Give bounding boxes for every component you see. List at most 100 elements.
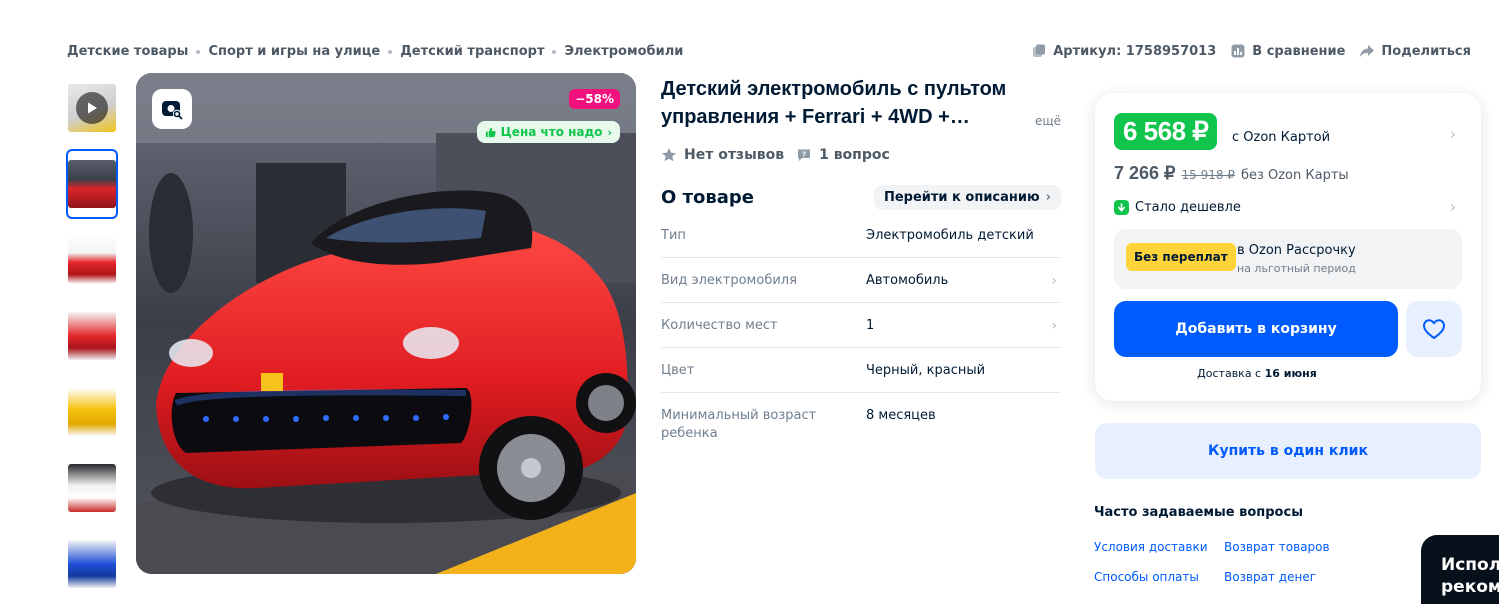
spec-row-seats[interactable]: Количество мест 1 › xyxy=(661,303,1061,348)
spec-value[interactable]: 1 xyxy=(866,317,874,347)
arrow-down-icon xyxy=(1114,200,1129,215)
camera-search-icon xyxy=(162,101,183,120)
price-old: 15 918 ₽ xyxy=(1181,168,1235,182)
spec-key: Тип xyxy=(661,228,686,243)
heart-icon xyxy=(1423,319,1445,339)
copy-icon xyxy=(1033,44,1046,57)
installment-tag: Без переплат xyxy=(1126,243,1236,271)
delivery-date: 16 июня xyxy=(1264,367,1317,380)
gallery-thumbnail[interactable] xyxy=(66,301,118,371)
price-drop-notice[interactable]: Стало дешевле xyxy=(1114,200,1241,215)
spec-value: Электромобиль детский xyxy=(866,228,1034,243)
spec-key: Вид электромобиля xyxy=(661,273,797,288)
product-main-image[interactable]: −58% Цена что надо › xyxy=(136,73,636,574)
goto-description-label: Перейти к описанию xyxy=(883,190,1040,205)
red-electric-car-photo xyxy=(136,73,636,574)
price-without-card: 7 266 ₽ 15 918 ₽ без Ozon Карты xyxy=(1114,163,1349,184)
gallery-thumbnail[interactable] xyxy=(66,453,118,523)
gallery-thumbnail-video[interactable] xyxy=(66,73,118,143)
breadcrumb-item-sport-outdoor[interactable]: Спорт и игры на улице xyxy=(208,44,380,59)
image-search-button[interactable] xyxy=(152,89,192,129)
faq-link-payment-methods[interactable]: Способы оплаты xyxy=(1094,570,1224,584)
questions-link[interactable]: ? 1 вопрос xyxy=(796,147,890,163)
breadcrumb-separator xyxy=(196,49,201,54)
reviews-label: Нет отзывов xyxy=(684,147,785,163)
price-drop-label: Стало дешевле xyxy=(1135,200,1241,215)
play-icon xyxy=(76,92,108,124)
faq-link-refunds[interactable]: Возврат денег xyxy=(1224,570,1354,584)
compare-button[interactable]: В сравнение xyxy=(1230,43,1345,59)
product-meta: Нет отзывов ? 1 вопрос xyxy=(661,147,890,163)
spec-row-color: Цвет Черный, красный xyxy=(661,348,1061,393)
chevron-right-icon: › xyxy=(1051,318,1057,334)
goto-description-button[interactable]: Перейти к описанию › xyxy=(873,185,1061,210)
spec-value: 8 месяцев xyxy=(866,408,936,423)
gallery-thumbnail[interactable] xyxy=(66,225,118,295)
compare-icon xyxy=(1231,44,1245,58)
price-with-card-note: с Ozon Картой xyxy=(1232,130,1331,145)
gallery-thumbnail[interactable] xyxy=(66,377,118,447)
installment-offer[interactable]: Без переплат в Ozon Рассрочку на льготны… xyxy=(1114,229,1462,289)
breadcrumb-item-kids-goods[interactable]: Детские товары xyxy=(67,44,188,59)
faq-link-returns[interactable]: Возврат товаров xyxy=(1224,540,1354,554)
spec-key: Количество мест xyxy=(661,318,778,333)
gallery-thumbnail[interactable] xyxy=(66,149,118,219)
price-with-card[interactable]: 6 568 ₽ xyxy=(1114,113,1218,150)
spec-key: Цвет xyxy=(661,363,695,378)
chevron-right-icon[interactable]: › xyxy=(1450,125,1456,143)
faq-link-delivery-terms[interactable]: Условия доставки xyxy=(1094,540,1224,554)
faq-title: Часто задаваемые вопросы xyxy=(1094,505,1303,520)
installment-subtitle: на льготный период xyxy=(1237,262,1356,275)
spec-key: Минимальный возраст ребенка xyxy=(661,408,817,441)
spec-value: Черный, красный xyxy=(866,363,986,378)
spec-value[interactable]: Автомобиль xyxy=(866,272,948,302)
svg-text:?: ? xyxy=(802,151,806,159)
buy-one-click-button[interactable]: Купить в один клик xyxy=(1095,423,1481,479)
product-title: Детский электромобиль с пультом управлен… xyxy=(661,78,1007,128)
breadcrumb-item-electric-cars[interactable]: Электромобили xyxy=(564,44,683,59)
price-regular-note: без Ozon Карты xyxy=(1240,168,1349,183)
delivery-info: Доставка с 16 июня xyxy=(1095,367,1419,380)
installment-title: в Ozon Рассрочку xyxy=(1237,243,1356,258)
promo-line-1: Испол xyxy=(1441,555,1499,575)
reviews-link[interactable]: Нет отзывов xyxy=(661,147,784,163)
star-icon xyxy=(662,148,676,162)
add-to-cart-button[interactable]: Добавить в корзину xyxy=(1114,301,1398,357)
about-section-header: О товаре Перейти к описанию › xyxy=(661,185,1061,210)
recommendations-promo-widget[interactable]: Испол реком xyxy=(1421,535,1499,604)
faq-links: Условия доставки Возврат товаров Способы… xyxy=(1094,540,1354,584)
spec-row-min-age: Минимальный возраст ребенка 8 месяцев xyxy=(661,393,1061,443)
share-label: Поделиться xyxy=(1381,43,1471,59)
favorite-button[interactable] xyxy=(1406,301,1462,357)
spec-row-type: Тип Электромобиль детский xyxy=(661,213,1061,258)
share-button[interactable]: Поделиться xyxy=(1359,43,1471,59)
gallery-thumbnail[interactable] xyxy=(66,529,118,599)
breadcrumb-separator xyxy=(388,49,393,54)
compare-label: В сравнение xyxy=(1252,43,1346,59)
delivery-prefix: Доставка с xyxy=(1197,367,1262,380)
breadcrumb-item-kids-transport[interactable]: Детский транспорт xyxy=(400,44,544,59)
breadcrumb: Детские товары Спорт и игры на улице Дет… xyxy=(67,44,683,59)
spec-row-vehicle-kind[interactable]: Вид электромобиля Автомобиль › xyxy=(661,258,1061,303)
chevron-right-icon[interactable]: › xyxy=(1450,198,1456,216)
price-regular: 7 266 ₽ xyxy=(1114,163,1176,183)
questions-label: 1 вопрос xyxy=(819,147,890,163)
promo-line-2: реком xyxy=(1441,577,1499,597)
chevron-right-icon: › xyxy=(607,125,612,139)
about-heading: О товаре xyxy=(661,187,754,208)
article-number-label: Артикул: 1758957013 xyxy=(1053,43,1217,59)
good-price-tag[interactable]: Цена что надо › xyxy=(476,121,620,143)
thumbs-up-icon xyxy=(485,127,496,137)
question-bubble-icon: ? xyxy=(798,149,811,161)
breadcrumb-separator xyxy=(552,49,557,54)
discount-badge: −58% xyxy=(569,89,620,109)
chevron-right-icon: › xyxy=(1045,190,1051,205)
buy-card: 6 568 ₽ с Ozon Картой › 7 266 ₽ 15 918 ₽… xyxy=(1095,93,1481,401)
gallery-thumbnails xyxy=(66,73,122,604)
article-number[interactable]: Артикул: 1758957013 xyxy=(1031,43,1216,59)
title-more-link[interactable]: ещё xyxy=(1035,114,1061,128)
characteristics-list: Тип Электромобиль детский Вид электромоб… xyxy=(661,213,1061,443)
share-icon xyxy=(1360,45,1375,57)
good-price-label: Цена что надо xyxy=(500,125,603,139)
chevron-right-icon: › xyxy=(1051,273,1057,289)
